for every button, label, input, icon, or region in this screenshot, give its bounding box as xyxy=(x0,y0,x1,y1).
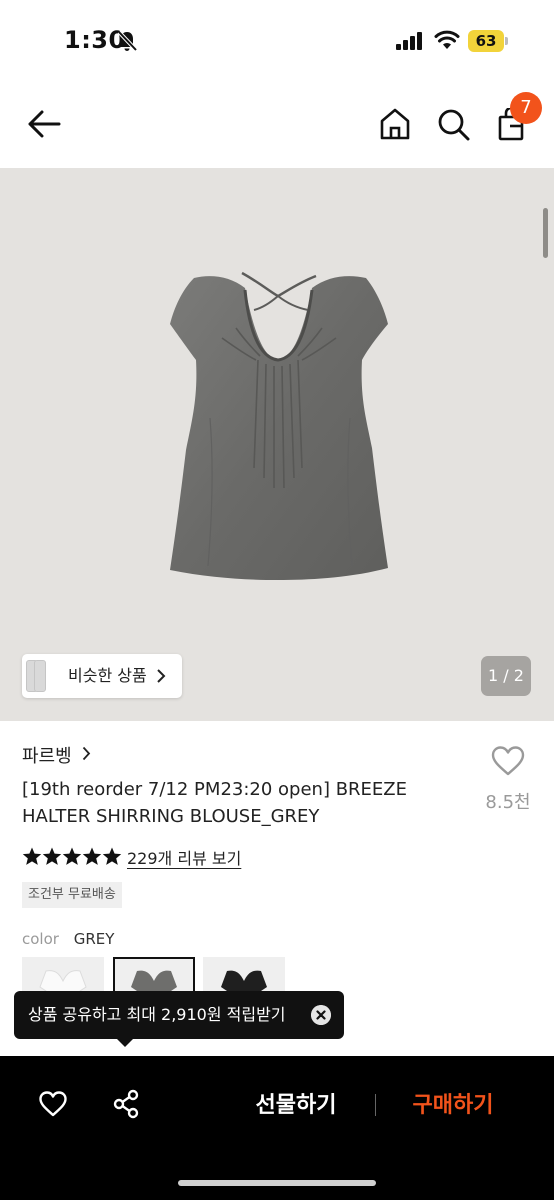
shipping-badge: 조건부 무료배송 xyxy=(22,882,122,908)
bottom-action-bar: 선물하기 구매하기 xyxy=(0,1056,554,1200)
back-arrow-icon[interactable] xyxy=(26,108,62,140)
bar-divider xyxy=(375,1094,376,1116)
gallery-page-indicator: 1 / 2 xyxy=(481,656,531,696)
product-image-gallery[interactable]: 비슷한 상품 1 / 2 xyxy=(0,168,554,721)
rating-stars xyxy=(22,845,122,867)
home-indicator xyxy=(178,1180,376,1186)
similar-products-button[interactable]: 비슷한 상품 xyxy=(22,654,182,698)
gallery-scrollbar xyxy=(543,208,548,258)
star-icon xyxy=(82,847,102,865)
chevron-right-icon xyxy=(82,746,91,761)
close-icon[interactable] xyxy=(311,1005,331,1025)
like-count: 8.5천 xyxy=(485,792,531,813)
bell-slash-icon xyxy=(117,30,138,52)
signal-icon xyxy=(396,32,422,50)
wifi-icon xyxy=(434,30,460,49)
buy-button[interactable]: 구매하기 xyxy=(396,1086,510,1126)
tooltip-arrow xyxy=(116,1038,134,1047)
similar-products-thumbnails xyxy=(26,660,46,692)
battery-level: 63 xyxy=(475,32,497,50)
color-value: GREY xyxy=(73,930,115,948)
battery-tip xyxy=(505,37,508,45)
search-icon[interactable] xyxy=(437,108,471,142)
battery-indicator: 63 xyxy=(468,30,508,52)
top-navigation: 7 xyxy=(0,80,554,168)
status-bar: 1:30 63 xyxy=(0,0,554,80)
color-option-row: color GREY xyxy=(22,930,114,948)
similar-products-label: 비슷한 상품 xyxy=(68,666,147,685)
brand-link[interactable]: 파르벵 xyxy=(22,742,91,767)
product-title: [19th reorder 7/12 PM23:20 open] BREEZE … xyxy=(22,779,408,827)
star-icon xyxy=(22,847,42,865)
heart-icon[interactable] xyxy=(490,745,526,777)
brand-name: 파르벵 xyxy=(22,746,72,767)
share-icon[interactable] xyxy=(112,1089,140,1119)
star-icon xyxy=(42,847,62,865)
gift-button[interactable]: 선물하기 xyxy=(240,1086,352,1126)
star-icon xyxy=(102,847,122,865)
chevron-right-icon xyxy=(157,669,166,683)
review-link[interactable]: 229개 리뷰 보기 xyxy=(127,845,241,869)
heart-icon[interactable] xyxy=(38,1090,68,1118)
share-reward-tooltip: 상품 공유하고 최대 2,910원 적립받기 xyxy=(14,991,344,1039)
product-image xyxy=(170,271,388,580)
cart-count-badge: 7 xyxy=(510,92,542,124)
star-icon xyxy=(62,847,82,865)
share-reward-text: 상품 공유하고 최대 2,910원 적립받기 xyxy=(28,1005,286,1024)
home-icon[interactable] xyxy=(378,107,412,141)
color-label: color xyxy=(22,930,59,948)
product-page: 1:30 63 7 비슷한 상품 1 / 2 파르벵 8.5천 [19th re… xyxy=(0,0,554,1200)
